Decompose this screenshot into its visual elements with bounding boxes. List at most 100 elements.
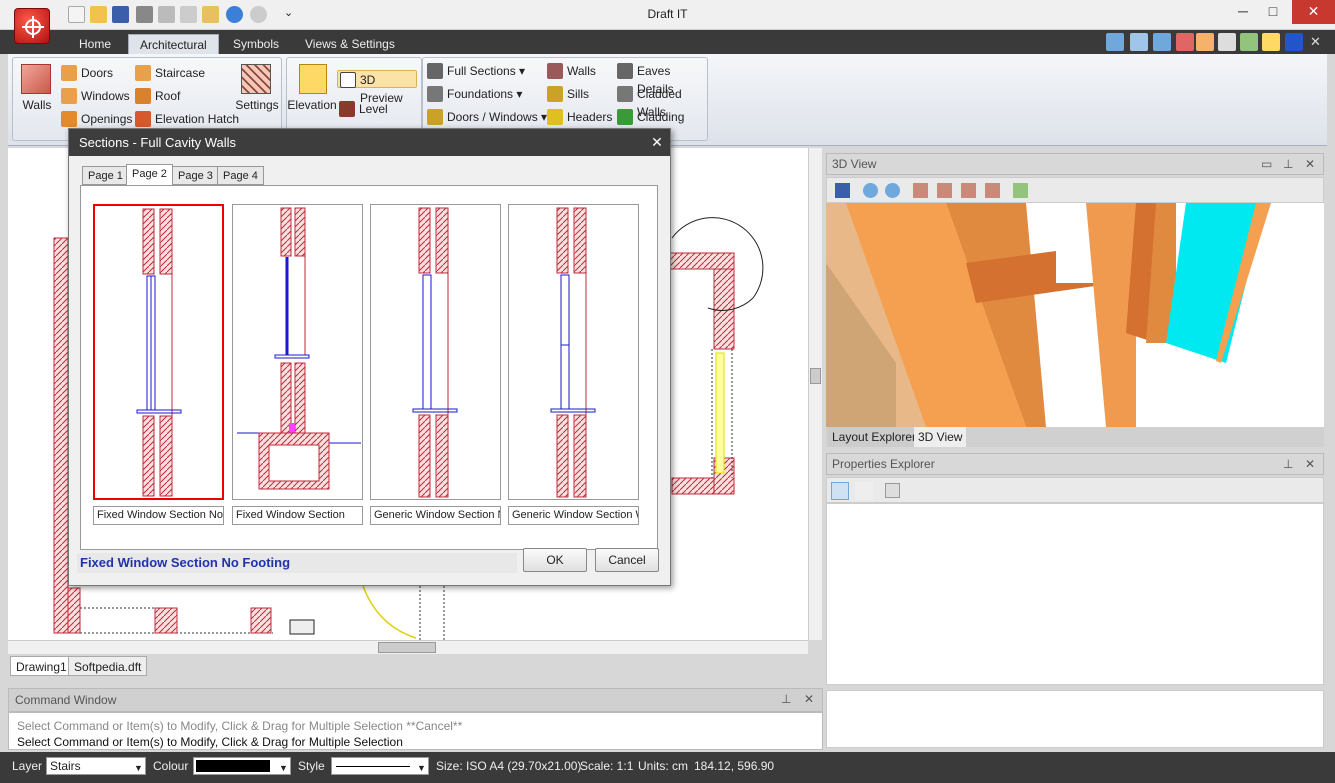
zoom-out-icon[interactable]	[1153, 33, 1171, 51]
command-window-body[interactable]: Select Command or Item(s) to Modify, Cli…	[8, 712, 823, 750]
rotate-right-icon[interactable]	[985, 183, 1000, 198]
properties-close-icon[interactable]: ✕	[1305, 454, 1315, 474]
foundations-button[interactable]: Foundations ▾	[425, 85, 522, 103]
export-icon[interactable]	[1240, 33, 1258, 51]
headers-button[interactable]: Headers	[545, 108, 612, 126]
tab-page-1[interactable]: Page 1	[82, 166, 129, 185]
tab-architectural[interactable]: Architectural	[128, 34, 219, 54]
save-view-icon[interactable]	[835, 183, 850, 198]
print-icon[interactable]	[136, 6, 153, 23]
undo-icon[interactable]	[226, 6, 243, 23]
3d-view-close-icon[interactable]: ✕	[1305, 154, 1315, 174]
rotate-up-icon[interactable]	[937, 183, 952, 198]
tab-page-4[interactable]: Page 4	[217, 166, 264, 185]
layer-select[interactable]: Stairs ▼	[46, 756, 146, 776]
horizontal-scroll-thumb[interactable]	[378, 642, 436, 653]
tab-3d-view[interactable]: 3D View	[914, 427, 967, 447]
snap-icon[interactable]	[1196, 33, 1214, 51]
new-file-icon[interactable]	[68, 6, 85, 23]
layer-label: Layer	[12, 759, 43, 773]
properties-pin-icon[interactable]: ⊥	[1283, 454, 1293, 474]
save-icon[interactable]	[112, 6, 129, 23]
colour-select[interactable]: ▼	[193, 756, 291, 776]
info-icon[interactable]	[1285, 33, 1303, 51]
doc-tab-softpedia[interactable]: Softpedia.dft	[68, 656, 148, 676]
cladded-walls-button[interactable]: Cladded Walls	[615, 85, 707, 119]
section-thumb-4[interactable]	[508, 204, 639, 500]
cladding-button[interactable]: Cladding	[615, 108, 684, 126]
3d-view-float-icon[interactable]: ▭	[1261, 154, 1272, 174]
command-close-icon[interactable]: ✕	[804, 692, 814, 706]
tab-page-2[interactable]: Page 2	[126, 164, 173, 186]
minimize-button[interactable]: ─	[1228, 0, 1258, 24]
openings-button[interactable]: Openings	[59, 110, 132, 128]
full-sections-button[interactable]: Full Sections ▾	[425, 62, 525, 80]
section-label-3[interactable]: Generic Window Section N	[370, 506, 501, 525]
tab-layout-explorer[interactable]: Layout Explorer	[828, 427, 921, 447]
redo-icon[interactable]	[250, 6, 267, 23]
zoom-in-icon[interactable]	[863, 183, 878, 198]
doc-tab-drawing1[interactable]: Drawing1	[10, 656, 73, 676]
zoom-extents-icon[interactable]	[1106, 33, 1124, 51]
roof-button[interactable]: Roof	[133, 87, 180, 105]
cut-icon[interactable]	[158, 6, 175, 23]
eaves-details-button[interactable]: Eaves Details	[615, 62, 707, 96]
3d-view-pin-icon[interactable]: ⊥	[1283, 154, 1293, 174]
ortho-icon[interactable]	[1218, 33, 1236, 51]
walls-big-button[interactable]: Walls	[15, 98, 59, 112]
3d-preview-toggle[interactable]: 3D Preview	[337, 70, 417, 105]
section-label-2[interactable]: Fixed Window Section	[232, 506, 363, 525]
camera-icon	[289, 619, 315, 635]
staircase-button[interactable]: Staircase	[133, 64, 205, 82]
section-thumb-2[interactable]	[232, 204, 363, 500]
section-thumb-1[interactable]	[93, 204, 224, 500]
tab-home[interactable]: Home	[68, 34, 122, 54]
qat-dropdown-icon[interactable]: ⌄	[284, 6, 293, 19]
section-label-1[interactable]: Fixed Window Section No	[93, 506, 224, 525]
help-icon[interactable]	[1262, 33, 1280, 51]
app-menu-button[interactable]	[14, 8, 50, 44]
properties-grid[interactable]	[826, 503, 1324, 685]
tab-views-settings[interactable]: Views & Settings	[294, 34, 406, 54]
refresh-icon[interactable]	[1013, 183, 1028, 198]
canvas-vertical-scrollbar[interactable]	[808, 148, 822, 640]
tab-page-3[interactable]: Page 3	[172, 166, 219, 185]
zoom-in-icon[interactable]	[1130, 33, 1148, 51]
elevation-button[interactable]: Elevation	[287, 98, 337, 112]
dialog-close-button[interactable]: ✕	[647, 129, 667, 156]
rotate-down-icon[interactable]	[961, 183, 976, 198]
copy-icon[interactable]	[180, 6, 197, 23]
vertical-scroll-thumb[interactable]	[810, 368, 821, 384]
ok-button[interactable]: OK	[523, 548, 587, 572]
level-button[interactable]: Level	[337, 100, 388, 118]
maximize-button[interactable]: □	[1258, 0, 1288, 24]
settings-button[interactable]: Settings	[233, 98, 281, 112]
section-label-4[interactable]: Generic Window Section W	[508, 506, 639, 525]
doors-windows-button[interactable]: Doors / Windows ▾	[425, 108, 547, 126]
section-thumb-3[interactable]	[370, 204, 501, 500]
ribbon-close-icon[interactable]: ✕	[1310, 34, 1321, 50]
zoom-out-icon[interactable]	[885, 183, 900, 198]
command-pin-icon[interactable]: ⊥	[781, 692, 791, 706]
property-pages-icon[interactable]	[885, 483, 900, 498]
categorized-icon[interactable]	[831, 482, 849, 500]
canvas-horizontal-scrollbar[interactable]	[8, 640, 808, 654]
walls-section-button[interactable]: Walls	[545, 62, 596, 80]
cancel-button[interactable]: Cancel	[595, 548, 659, 572]
command-prompt-line: Select Command or Item(s) to Modify, Cli…	[17, 735, 403, 749]
style-select[interactable]: ▼	[331, 756, 429, 776]
grid-icon[interactable]	[1176, 33, 1194, 51]
rotate-left-icon[interactable]	[913, 183, 928, 198]
open-folder-icon[interactable]	[90, 6, 107, 23]
windows-button[interactable]: Windows	[59, 87, 130, 105]
sort-az-icon[interactable]	[855, 482, 873, 500]
close-button[interactable]: ✕	[1292, 0, 1335, 24]
sills-button[interactable]: Sills	[545, 85, 589, 103]
3d-viewport[interactable]	[826, 203, 1324, 427]
section-preview-4	[550, 207, 596, 498]
tab-symbols[interactable]: Symbols	[222, 34, 290, 54]
paste-icon[interactable]	[202, 6, 219, 23]
elevation-hatch-button[interactable]: Elevation Hatch	[133, 110, 239, 128]
doors-button[interactable]: Doors	[59, 64, 113, 82]
style-box	[331, 757, 429, 775]
